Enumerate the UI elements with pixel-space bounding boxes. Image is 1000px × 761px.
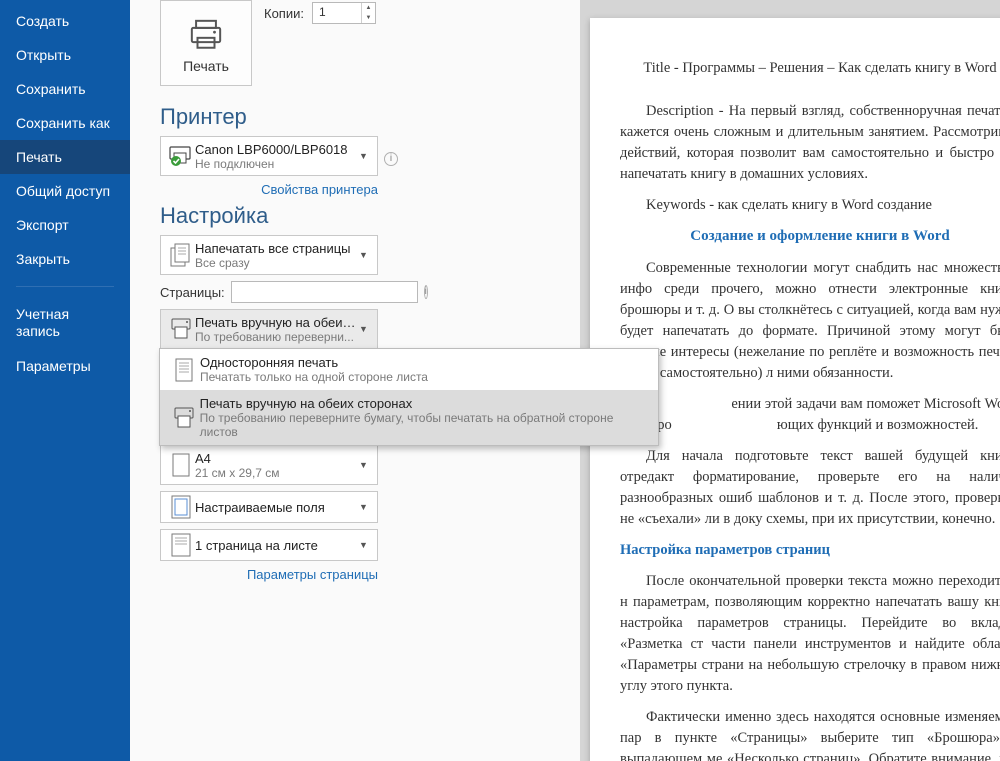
pages-per-sheet-selector[interactable]: 1 страница на листе ▼	[160, 529, 378, 561]
duplex-selector[interactable]: Печать вручную на обеих... По требованию…	[160, 309, 378, 349]
sidebar-item-export[interactable]: Экспорт	[0, 208, 130, 242]
pages-icon	[167, 243, 195, 267]
single-page-icon	[168, 358, 200, 382]
doc-paragraph: Современные технологии могут снабдить на…	[620, 258, 1000, 384]
info-icon[interactable]: i	[424, 285, 428, 299]
printer-selector[interactable]: Canon LBP6000/LBP6018 Не подключен ▼	[160, 136, 378, 176]
printer-icon	[189, 18, 223, 52]
doc-paragraph: Фактически именно здесь находятся основн…	[620, 707, 1000, 761]
sidebar-item-print[interactable]: Печать	[0, 140, 130, 174]
doc-heading: Создание и оформление книги в Word	[620, 226, 1000, 248]
settings-header: Настройка	[160, 203, 566, 229]
margins-icon	[167, 495, 195, 519]
sidebar-item-options[interactable]: Параметры	[0, 349, 130, 383]
chevron-down-icon: ▼	[359, 250, 371, 260]
printer-header: Принтер	[160, 104, 566, 130]
doc-paragraph: Description - На первый взгляд, собствен…	[620, 101, 1000, 185]
sidebar-item-open[interactable]: Открыть	[0, 38, 130, 72]
sidebar-separator	[16, 286, 114, 287]
copies-spinner[interactable]: 1 ▲ ▼	[312, 2, 376, 24]
sidebar-item-save-as[interactable]: Сохранить как	[0, 106, 130, 140]
info-icon[interactable]: i	[384, 152, 398, 166]
backstage-sidebar: Создать Открыть Сохранить Сохранить как …	[0, 0, 130, 761]
pages-print-selector[interactable]: Напечатать все страницы Все сразу ▼	[160, 235, 378, 275]
pages-input[interactable]	[231, 281, 418, 303]
layout-icon	[167, 533, 195, 557]
duplex-dropdown: Односторонняя печать Печатать только на …	[159, 348, 659, 446]
option-single-sided[interactable]: Односторонняя печать Печатать только на …	[160, 349, 658, 390]
pages-label: Страницы:	[160, 285, 225, 300]
duplex-icon	[168, 407, 200, 429]
copies-label: Копии:	[264, 6, 304, 21]
doc-subheading: Настройка параметров страниц	[620, 540, 1000, 561]
sidebar-item-save[interactable]: Сохранить	[0, 72, 130, 106]
printer-properties-link[interactable]: Свойства принтера	[160, 182, 378, 197]
copies-group: Копии: 1 ▲ ▼	[264, 2, 376, 24]
option-manual-duplex[interactable]: Печать вручную на обеих сторонах По треб…	[160, 390, 658, 445]
chevron-down-icon: ▼	[359, 540, 371, 550]
sidebar-item-create[interactable]: Создать	[0, 4, 130, 38]
printer-status: Не подключен	[195, 157, 359, 171]
paper-size-selector[interactable]: A4 21 см x 29,7 см ▼	[160, 445, 378, 485]
chevron-down-icon: ▼	[359, 502, 371, 512]
print-button-label: Печать	[183, 58, 229, 74]
print-button[interactable]: Печать	[160, 0, 252, 86]
paper-icon	[167, 453, 195, 477]
doc-paragraph: Keywords - как сделать книгу в Word созд…	[620, 195, 1000, 216]
print-settings-panel: Печать Копии: 1 ▲ ▼ Принтер Canon LBP600…	[130, 0, 580, 761]
doc-title: Title - Программы – Решения – Как сделат…	[620, 58, 1000, 79]
chevron-down-icon: ▼	[359, 460, 371, 470]
doc-paragraph: Для начала подготовьте текст вашей будущ…	[620, 446, 1000, 530]
sidebar-item-account[interactable]: Учетная запись	[0, 297, 130, 349]
sidebar-item-share[interactable]: Общий доступ	[0, 174, 130, 208]
doc-paragraph: После окончательной проверки текста можн…	[620, 571, 1000, 697]
chevron-down-icon: ▼	[359, 151, 371, 161]
spinner-down-icon[interactable]: ▼	[362, 13, 375, 23]
printer-status-icon	[167, 146, 195, 166]
chevron-down-icon: ▼	[359, 324, 371, 334]
page-setup-link[interactable]: Параметры страницы	[160, 567, 378, 582]
sidebar-item-close[interactable]: Закрыть	[0, 242, 130, 276]
copies-value[interactable]: 1	[313, 3, 361, 23]
margins-selector[interactable]: Настраиваемые поля ▼	[160, 491, 378, 523]
spinner-up-icon[interactable]: ▲	[362, 3, 375, 13]
duplex-icon	[167, 318, 195, 340]
doc-paragraph: ении этой задачи вам поможет Microsoft W…	[620, 394, 1000, 436]
printer-name: Canon LBP6000/LBP6018	[195, 142, 359, 157]
